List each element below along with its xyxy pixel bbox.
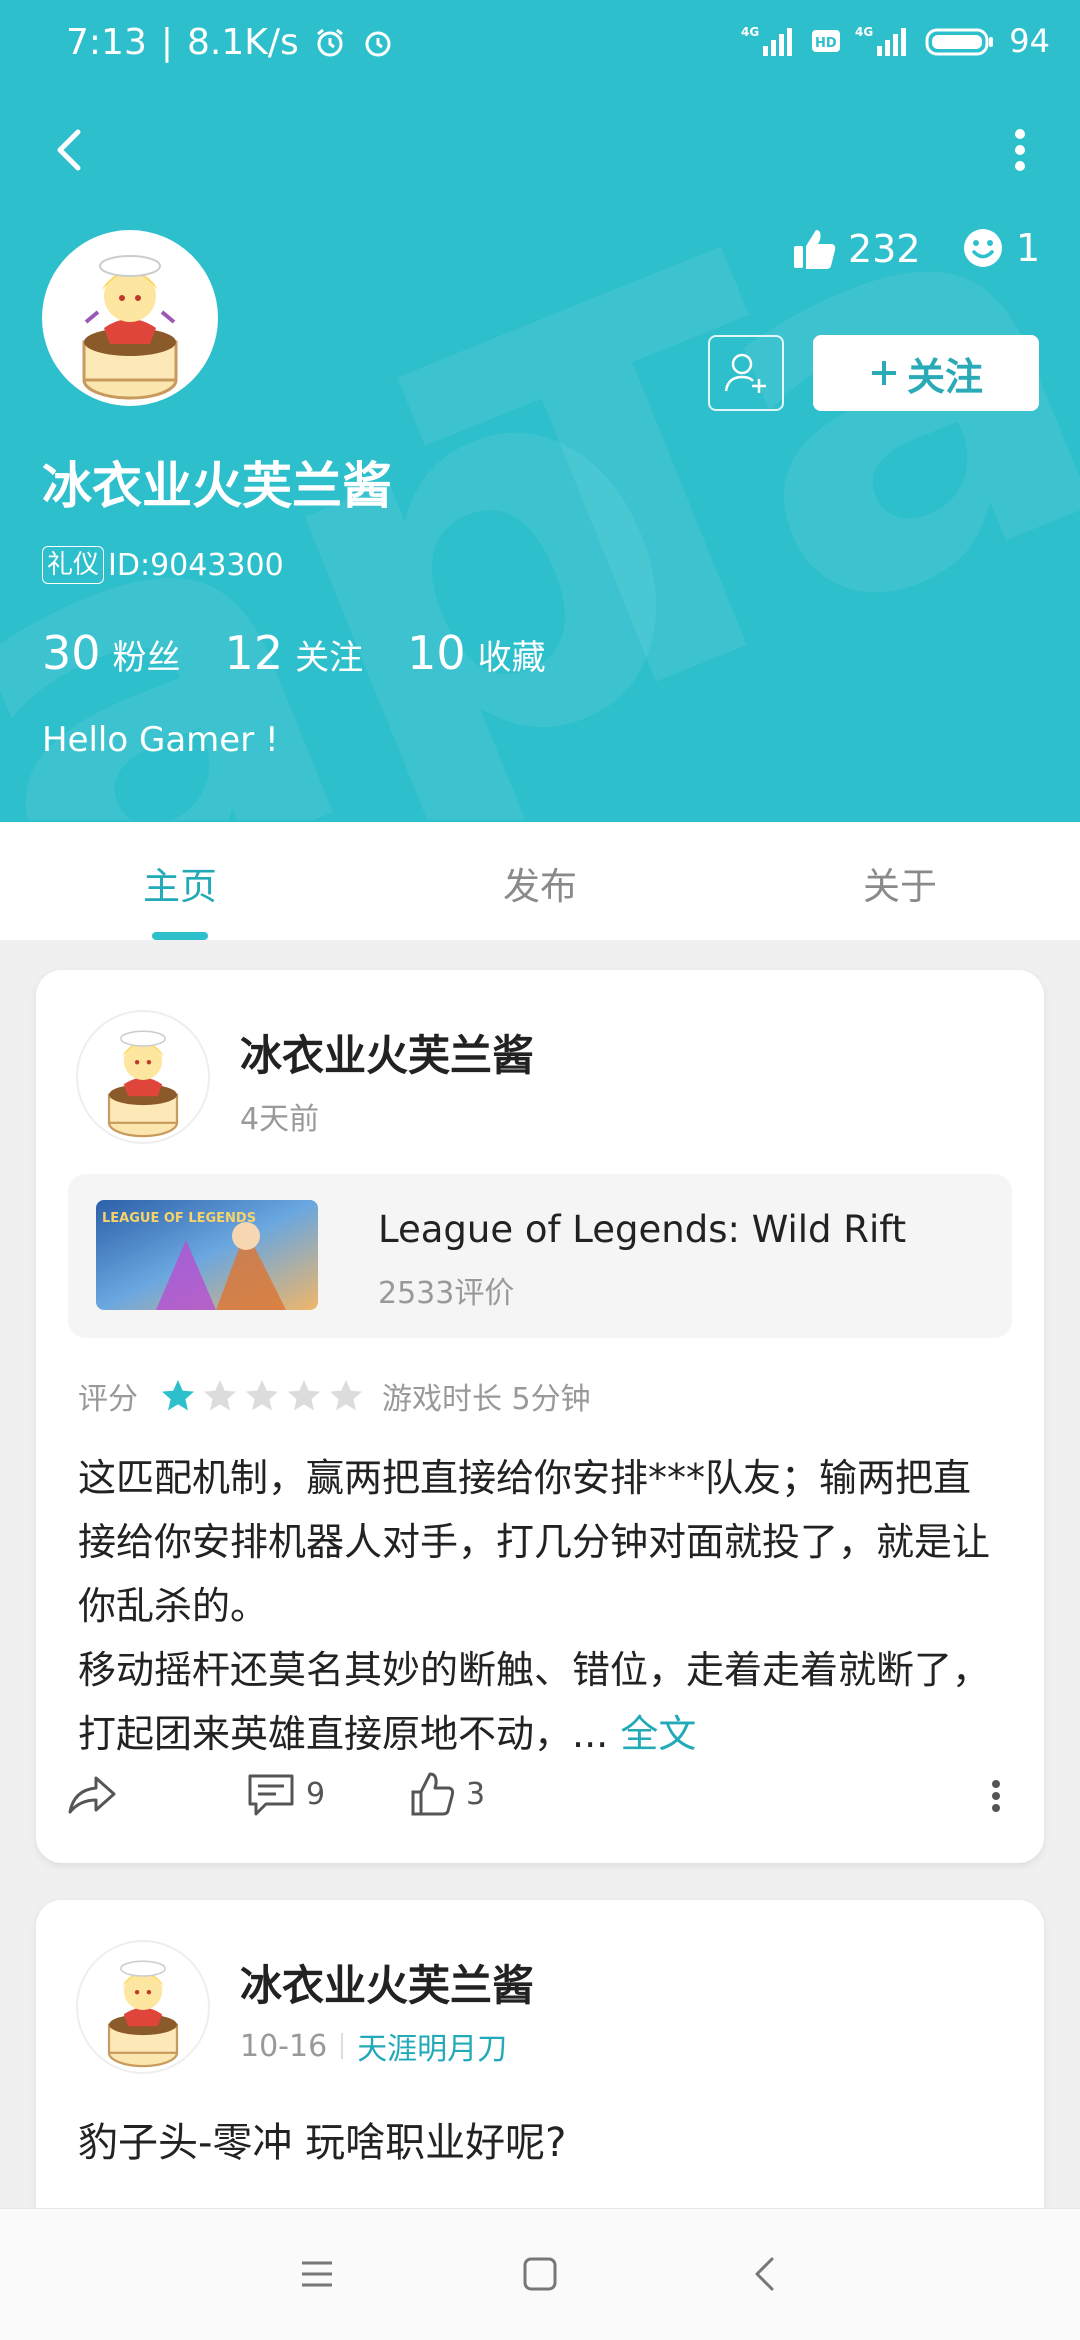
post-avatar[interactable]	[76, 1940, 210, 2074]
like-count: 3	[466, 1776, 486, 1812]
favorites-label: 收藏	[477, 638, 546, 678]
profile-name: 冰衣业火芙兰酱	[42, 457, 392, 515]
profile-tabs: 主页 发布 关于	[0, 822, 1080, 940]
profile-avatar[interactable]	[42, 230, 218, 406]
battery-level: 94	[1009, 22, 1050, 60]
comment-button[interactable]: 9	[246, 1770, 325, 1818]
battery-icon	[925, 28, 994, 56]
follow-button[interactable]: 关注	[813, 335, 1039, 411]
smile-count: 1	[1016, 226, 1041, 270]
fans-count: 30	[42, 626, 101, 680]
star-empty-icon	[288, 1380, 320, 1411]
read-more-link[interactable]: 全文	[620, 1712, 696, 1756]
profile-bio: Hello Gamer !	[42, 720, 279, 760]
comment-count: 9	[306, 1776, 326, 1812]
svg-text:4G: 4G	[855, 25, 873, 39]
like-button[interactable]: 3	[410, 1770, 485, 1818]
post-body-text[interactable]: 豹子头-零冲 玩啥职业好呢?	[78, 2110, 566, 2168]
rating-row: 评分 游戏时长 5分钟	[78, 1374, 591, 1418]
avatar-illustration	[107, 1030, 179, 1138]
star-empty-icon	[204, 1380, 236, 1411]
svg-text:Ta: Ta	[356, 60, 1080, 820]
post-card[interactable]: 冰衣业火芙兰酱 10-16 天涯明月刀 豹子头-零冲 玩啥职业好呢?	[36, 1900, 1044, 2260]
avatar-illustration	[82, 255, 178, 400]
game-review-count: 2533评价	[378, 1276, 515, 1311]
system-nav-bar	[0, 2208, 1080, 2340]
post-time: 10-16	[240, 2028, 328, 2064]
signal-4g-icon-2: 4G	[855, 25, 907, 56]
rating-stars	[160, 1378, 364, 1414]
share-button[interactable]	[66, 1770, 118, 1818]
smile-icon	[964, 229, 1002, 267]
following-count: 12	[224, 626, 284, 680]
game-thumbnail: LEAGUE OF LEGENDS	[96, 1200, 318, 1310]
svg-text:4G: 4G	[741, 25, 759, 39]
status-speed: 8.1K/s	[186, 22, 299, 63]
fans-stat[interactable]: 30 粉丝	[42, 626, 181, 680]
game-logo-text: LEAGUE OF LEGENDS	[102, 1211, 256, 1226]
post-card[interactable]: 冰衣业火芙兰酱 4天前 LEAGUE OF LEGENDS League of …	[36, 970, 1044, 1863]
following-label: 关注	[295, 638, 364, 678]
add-friend-button[interactable]	[708, 335, 784, 411]
star-filled-icon	[162, 1380, 194, 1411]
thumbs-up-outline-icon	[411, 1772, 455, 1816]
favorites-stat[interactable]: 10 收藏	[407, 626, 546, 680]
game-card[interactable]: LEAGUE OF LEGENDS League of Legends: Wil…	[68, 1174, 1012, 1338]
profile-header: ap Ta 7:13 | 8.1K/s 4G HD 4G 94 232 1 关注…	[0, 0, 1080, 822]
status-right: 4G HD 4G 94	[741, 22, 1050, 60]
more-vertical-icon[interactable]	[1000, 120, 1040, 180]
thumbs-up-icon	[794, 230, 836, 269]
likes-stat: 232	[792, 226, 921, 272]
share-icon	[68, 1776, 116, 1814]
comment-icon	[248, 1774, 294, 1816]
avatar-illustration	[107, 1960, 179, 2068]
star-empty-icon	[246, 1380, 278, 1411]
post-actions: 9 3	[36, 1770, 1044, 1830]
following-stat[interactable]: 12 关注	[225, 626, 364, 680]
rating-label: 评分	[78, 1382, 138, 1417]
add-user-icon	[724, 353, 766, 393]
svg-text:HD: HD	[815, 36, 837, 51]
status-left: 7:13 | 8.1K/s	[66, 22, 395, 63]
back-triangle-icon[interactable]	[740, 2249, 790, 2299]
signal-4g-icon: 4G	[741, 25, 793, 56]
status-time: 7:13	[66, 22, 147, 63]
post-author[interactable]: 冰衣业火芙兰酱	[240, 1952, 534, 2013]
alarm-clock-icon	[365, 31, 391, 56]
tab-about[interactable]: 关于	[720, 822, 1080, 940]
tab-posts[interactable]: 发布	[360, 822, 720, 940]
back-arrow-icon[interactable]	[40, 120, 100, 180]
smile-stat: 1	[962, 226, 1040, 270]
follow-label: 关注	[906, 354, 983, 399]
etiquette-badge[interactable]: 礼仪	[42, 546, 105, 584]
badge-row: 礼仪 ID:9043300	[42, 546, 284, 584]
playtime: 游戏时长 5分钟	[382, 1382, 591, 1417]
status-bar: 7:13 | 8.1K/s 4G HD 4G 94	[0, 0, 1080, 90]
post-author[interactable]: 冰衣业火芙兰酱	[240, 1022, 534, 1083]
user-id: ID:9043300	[108, 547, 284, 583]
post-time: 4天前	[240, 1102, 320, 1137]
watermark-logo: ap Ta	[0, 60, 1080, 820]
tab-home[interactable]: 主页	[0, 822, 360, 940]
fans-label: 粉丝	[112, 638, 181, 678]
hd-icon: HD	[812, 30, 841, 52]
meta-divider	[341, 2033, 344, 2059]
post-meta: 10-16 天涯明月刀	[240, 2024, 507, 2068]
game-cover-art: LEAGUE OF LEGENDS	[96, 1200, 318, 1310]
home-square-icon[interactable]	[515, 2249, 565, 2299]
likes-count: 232	[848, 227, 921, 271]
menu-icon[interactable]	[292, 2249, 342, 2299]
game-tag-link[interactable]: 天涯明月刀	[357, 2024, 507, 2068]
plus-icon	[871, 361, 896, 385]
post-more-icon[interactable]	[986, 1776, 1006, 1816]
post-body[interactable]: 这匹配机制，赢两把直接给你安排***队友；输两把直接给你安排机器人对手，打几分钟…	[78, 1446, 1008, 1766]
alarm-icon	[316, 28, 343, 56]
post-avatar[interactable]	[76, 1010, 210, 1144]
post-body-text: 这匹配机制，赢两把直接给你安排***队友；输两把直接给你安排机器人对手，打几分钟…	[78, 1456, 991, 1756]
game-title: League of Legends: Wild Rift	[378, 1208, 907, 1251]
star-empty-icon	[330, 1380, 362, 1411]
status-divider: |	[160, 22, 173, 63]
profile-counts: 30 粉丝 12 关注 10 收藏	[42, 626, 590, 680]
favorites-count: 10	[407, 626, 466, 680]
